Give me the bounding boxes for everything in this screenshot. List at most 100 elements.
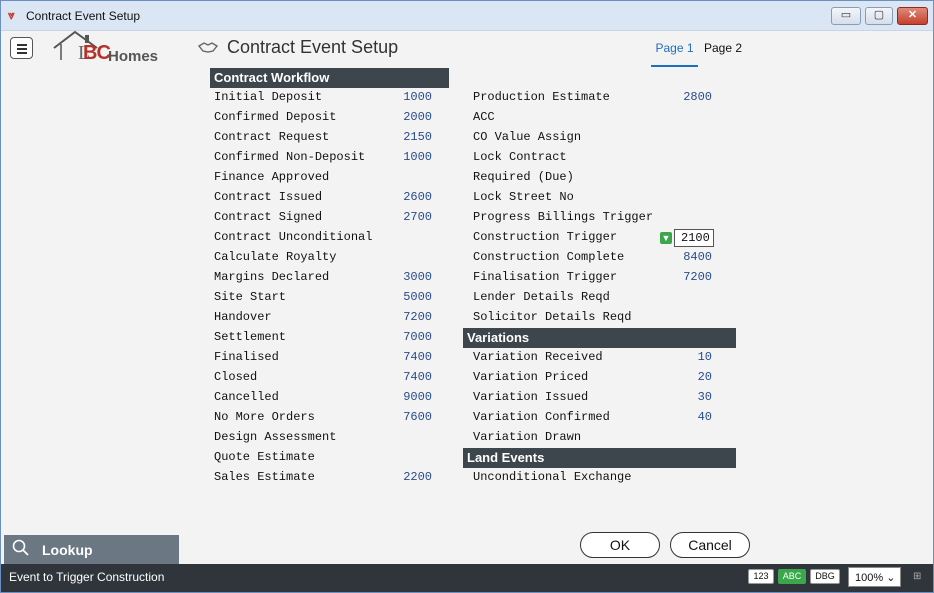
text-mode-badge[interactable]: ABC (778, 569, 806, 584)
event-row[interactable]: Progress Billings Trigger (473, 207, 712, 227)
workflow-event-row[interactable]: Quote Estimate (214, 447, 432, 467)
variation-event-value[interactable]: 40 (698, 407, 712, 427)
window-title: Contract Event Setup (26, 9, 141, 23)
variation-event-row[interactable]: Variation Received 10 (473, 347, 712, 367)
workflow-event-row[interactable]: Finalised 7400 (214, 347, 432, 367)
workflow-event-row[interactable]: Sales Estimate 2200 (214, 467, 432, 487)
event-label: Lock Contract (473, 150, 567, 164)
workflow-event-value[interactable]: 7400 (403, 367, 432, 387)
company-logo: L BC Homes (51, 30, 171, 66)
workflow-event-value[interactable]: 5000 (403, 287, 432, 307)
resize-grip-icon[interactable]: ⊞ (913, 571, 921, 582)
workflow-event-label: Margins Declared (214, 270, 330, 284)
workflow-event-row[interactable]: Confirmed Non-Deposit 1000 (214, 147, 432, 167)
workflow-event-row[interactable]: Closed 7400 (214, 367, 432, 387)
workflow-event-value[interactable]: 7200 (403, 307, 432, 327)
menu-line-icon (17, 48, 27, 50)
numeric-mode-badge[interactable]: 123 (748, 569, 774, 584)
workflow-event-row[interactable]: Finance Approved (214, 167, 432, 187)
logo-bc: BC (83, 42, 111, 64)
workflow-event-label: Finance Approved (214, 170, 330, 184)
workflow-event-row[interactable]: Contract Signed 2700 (214, 207, 432, 227)
event-value[interactable]: 7200 (683, 267, 712, 287)
workflow-event-value[interactable]: 7600 (403, 407, 432, 427)
workflow-event-label: Site Start (214, 290, 287, 304)
workflow-event-value[interactable]: 1000 (403, 147, 432, 167)
event-row[interactable]: Required (Due) (473, 167, 712, 187)
variation-event-value[interactable]: 10 (698, 347, 712, 367)
minimize-button[interactable]: ▭ (831, 7, 861, 25)
section-contract-workflow: Contract Workflow (210, 68, 449, 88)
workflow-event-row[interactable]: Initial Deposit 1000 (214, 87, 432, 107)
debug-badge[interactable]: DBG (810, 569, 840, 584)
event-row[interactable]: Finalisation Trigger 7200 (473, 267, 712, 287)
workflow-event-value[interactable]: 2600 (403, 187, 432, 207)
event-row[interactable]: ACC (473, 107, 712, 127)
event-row[interactable]: CO Value Assign (473, 127, 712, 147)
workflow-event-row[interactable]: Handover 7200 (214, 307, 432, 327)
hamburger-menu-button[interactable] (10, 37, 33, 59)
cancel-button[interactable]: Cancel (670, 532, 750, 558)
event-row[interactable]: Lock Contract (473, 147, 712, 167)
variation-event-row[interactable]: Variation Drawn (473, 427, 712, 447)
maximize-button[interactable]: ▢ (865, 7, 893, 25)
close-button[interactable]: ✕ (897, 7, 928, 25)
workflow-event-label: Handover (214, 310, 272, 324)
event-row[interactable]: Production Estimate 2800 (473, 87, 712, 107)
workflow-event-row[interactable]: Cancelled 9000 (214, 387, 432, 407)
app-icon: ⩔ (8, 8, 15, 22)
variation-event-row[interactable]: Variation Issued 30 (473, 387, 712, 407)
workflow-event-value[interactable]: 7400 (403, 347, 432, 367)
event-value[interactable]: 2800 (683, 87, 712, 107)
workflow-event-row[interactable]: Design Assessment (214, 427, 432, 447)
variation-event-label: Variation Issued (473, 390, 589, 404)
workflow-event-value[interactable]: 7000 (403, 327, 432, 347)
workflow-event-row[interactable]: Contract Request 2150 (214, 127, 432, 147)
workflow-event-value[interactable]: 1000 (403, 87, 432, 107)
variation-event-label: Variation Confirmed (473, 410, 610, 424)
event-row[interactable]: Solicitor Details Reqd (473, 307, 712, 327)
lookup-button[interactable]: Lookup (4, 535, 179, 564)
land-event-row[interactable]: Unconditional Exchange (473, 467, 712, 487)
workflow-event-label: Design Assessment (214, 430, 337, 444)
workflow-event-row[interactable]: No More Orders 7600 (214, 407, 432, 427)
zoom-select[interactable]: 100% ⌄ (848, 567, 901, 587)
workflow-event-value[interactable]: 3000 (403, 267, 432, 287)
event-value[interactable]: 8400 (683, 247, 712, 267)
workflow-event-value[interactable]: 2000 (403, 107, 432, 127)
workflow-event-value[interactable]: 2700 (403, 207, 432, 227)
event-label: ACC (473, 110, 495, 124)
workflow-event-label: Quote Estimate (214, 450, 315, 464)
workflow-event-row[interactable]: Site Start 5000 (214, 287, 432, 307)
workflow-event-value[interactable]: 2200 (403, 467, 432, 487)
workflow-event-label: Confirmed Deposit (214, 110, 337, 124)
workflow-event-row[interactable]: Confirmed Deposit 2000 (214, 107, 432, 127)
variation-event-row[interactable]: Variation Confirmed 40 (473, 407, 712, 427)
tab-page-1[interactable]: Page 1 (651, 41, 698, 67)
zoom-value: 100% (855, 572, 884, 584)
construction-trigger-input[interactable]: 2100 (674, 229, 714, 247)
page-title: Contract Event Setup (227, 37, 399, 57)
workflow-event-row[interactable]: Settlement 7000 (214, 327, 432, 347)
tab-page-2[interactable]: Page 2 (704, 41, 742, 55)
event-row[interactable]: Lock Street No (473, 187, 712, 207)
ok-button[interactable]: OK (580, 532, 660, 558)
menu-line-icon (17, 44, 27, 46)
variation-event-row[interactable]: Variation Priced 20 (473, 367, 712, 387)
workflow-event-value[interactable]: 2150 (403, 127, 432, 147)
workflow-event-row[interactable]: Calculate Royalty (214, 247, 432, 267)
variation-event-value[interactable]: 30 (698, 387, 712, 407)
event-label: Required (Due) (473, 170, 574, 184)
workflow-event-value[interactable]: 9000 (403, 387, 432, 407)
lookup-label: Lookup (42, 542, 93, 558)
event-row[interactable]: Construction Complete 8400 (473, 247, 712, 267)
status-text: Event to Trigger Construction (9, 570, 165, 584)
workflow-event-row[interactable]: Contract Issued 2600 (214, 187, 432, 207)
variation-event-value[interactable]: 20 (698, 367, 712, 387)
dropdown-arrow-icon[interactable]: ▼ (660, 232, 672, 244)
event-row[interactable]: Lender Details Reqd (473, 287, 712, 307)
workflow-event-row[interactable]: Contract Unconditional (214, 227, 432, 247)
workflow-event-row[interactable]: Margins Declared 3000 (214, 267, 432, 287)
workflow-event-label: Contract Signed (214, 210, 323, 224)
workflow-event-label: Closed (214, 370, 258, 384)
